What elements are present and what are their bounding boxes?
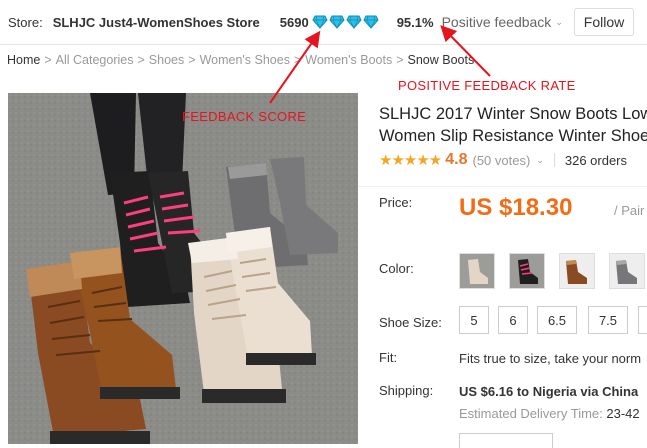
size-option-5[interactable]: 5 [459, 306, 489, 334]
shipping-value[interactable]: US $6.16 to Nigeria via China [459, 384, 638, 399]
breadcrumb-separator: > [188, 53, 196, 67]
color-swatch-brown[interactable] [559, 253, 595, 289]
product-info-panel: SLHJC 2017 Winter Snow Boots Low Women S… [358, 93, 647, 448]
chevron-down-icon: ⌄ [555, 16, 563, 27]
quantity-stepper[interactable] [459, 433, 553, 448]
color-swatch-beige[interactable] [459, 253, 495, 289]
feedback-diamonds[interactable] [312, 15, 379, 29]
swatch-image [560, 254, 594, 288]
size-option-7-5[interactable]: 7.5 [588, 306, 628, 334]
store-name-link[interactable]: SLHJC Just4-WomenShoes Store [53, 15, 260, 30]
swatch-image [610, 254, 644, 288]
diamond-icon [346, 15, 362, 29]
delivery-time: Estimated Delivery Time: 23-42 [459, 406, 640, 421]
feedback-score[interactable]: 5690 [280, 15, 309, 30]
annotation-feedback-score: FEEDBACK SCORE [182, 109, 307, 124]
annotation-positive-rate: POSITIVE FEEDBACK RATE [398, 78, 576, 93]
positive-feedback-label: Positive feedback [441, 14, 552, 30]
boots-photo [8, 93, 358, 444]
color-label: Color: [379, 261, 414, 276]
divider [358, 186, 647, 187]
chevron-down-icon[interactable]: ⌄ [536, 155, 544, 166]
store-label: Store: [8, 14, 43, 30]
breadcrumb-separator: > [396, 53, 404, 67]
size-option-6-5[interactable]: 6.5 [537, 306, 577, 334]
delivery-value: 23-42 [606, 406, 640, 421]
breadcrumb-all-categories[interactable]: All Categories [56, 53, 134, 67]
color-swatch-grey[interactable] [609, 253, 645, 289]
product-main-image[interactable] [8, 93, 358, 444]
breadcrumb-home[interactable]: Home [7, 53, 40, 67]
breadcrumb: Home > All Categories > Shoes > Women's Shoes >… [7, 53, 474, 67]
breadcrumb-shoes[interactable]: Shoes [149, 53, 184, 67]
shoe-size-label: Shoe Size: [379, 315, 442, 330]
swatch-image [510, 254, 544, 288]
color-swatch-black-pink[interactable] [509, 253, 545, 289]
swatch-image [460, 254, 494, 288]
positive-feedback-rate: 95.1% [396, 14, 434, 30]
orders-count: 326 orders [564, 152, 628, 168]
rating-value: 4.8 [445, 151, 468, 168]
price-label: Price: [379, 195, 413, 210]
breadcrumb-womens-boots[interactable]: Women's Boots [305, 53, 392, 67]
star-rating-icon: ★★★★★ [379, 152, 442, 169]
breadcrumb-womens-shoes[interactable]: Women's Shoes [200, 53, 290, 67]
breadcrumb-snow-boots[interactable]: Snow Boots [408, 53, 475, 67]
product-title-line: Women Slip Resistance Winter Shoe [379, 127, 647, 145]
breadcrumb-separator: > [293, 53, 302, 67]
product-title-line: SLHJC 2017 Winter Snow Boots Low [379, 105, 647, 123]
breadcrumb-separator: > [137, 53, 145, 67]
divider [553, 153, 555, 167]
breadcrumb-separator: > [44, 53, 52, 67]
positive-feedback-dropdown[interactable]: Positive feedback ⌄ [442, 14, 563, 30]
diamond-icon [363, 15, 379, 29]
size-option-6[interactable]: 6 [498, 306, 528, 334]
fit-value: Fits true to size, take your norm [459, 351, 642, 366]
price-unit: / Pair [614, 203, 645, 218]
product-title[interactable]: SLHJC 2017 Winter Snow Boots Low Women S… [379, 103, 647, 147]
shipping-label: Shipping: [379, 383, 434, 398]
delivery-label: Estimated Delivery Time: [459, 406, 603, 421]
store-header: Store: SLHJC Just4-WomenShoes Store 5690… [0, 0, 647, 45]
size-option-more[interactable] [638, 306, 647, 334]
fit-label: Fit: [379, 350, 398, 365]
votes-link[interactable]: (50 votes) [473, 153, 531, 168]
diamond-icon [329, 15, 345, 29]
price-value: US $18.30 [459, 194, 573, 221]
follow-button[interactable]: Follow [574, 8, 634, 36]
rating-row: ★★★★★ 4.8 (50 votes) ⌄ 326 orders [379, 151, 627, 169]
diamond-icon [312, 15, 328, 29]
